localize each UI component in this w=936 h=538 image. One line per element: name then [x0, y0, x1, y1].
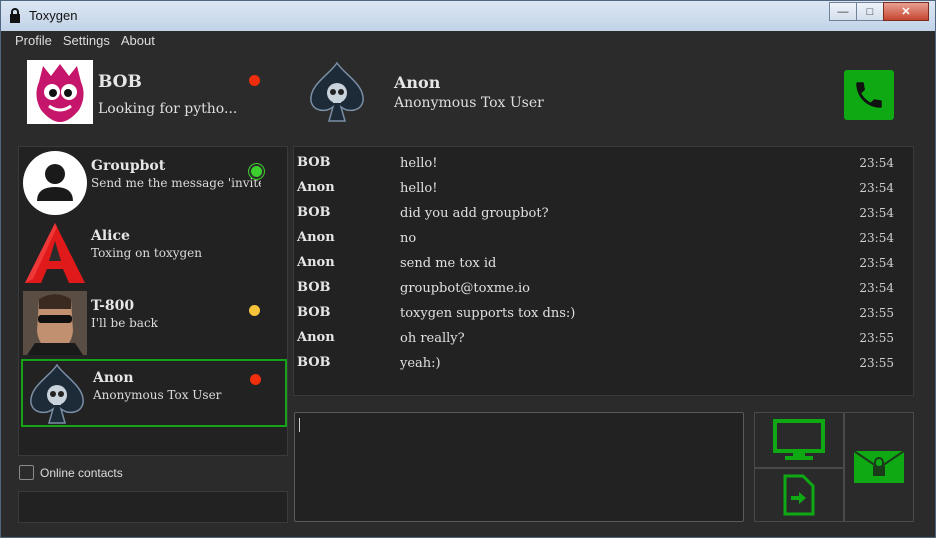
- message-author: BOB: [297, 155, 331, 170]
- message-time: 23:54: [859, 206, 894, 220]
- title-bar[interactable]: Toxygen — □ ✕: [1, 1, 935, 31]
- close-button[interactable]: ✕: [883, 2, 929, 21]
- message-time: 23:54: [859, 281, 894, 295]
- message-time: 23:55: [859, 356, 894, 370]
- profile-name[interactable]: BOB: [98, 72, 142, 92]
- contact-search-box[interactable]: [18, 491, 288, 523]
- message-list[interactable]: BOB hello! 23:54 Anon hello! 23:54 BOB d…: [293, 146, 914, 396]
- online-contacts-filter[interactable]: Online contacts: [19, 465, 123, 480]
- encrypted-mail-icon: [853, 450, 905, 483]
- message-time: 23:55: [859, 331, 894, 345]
- window-title: Toxygen: [29, 8, 78, 23]
- message-time: 23:54: [859, 156, 894, 170]
- online-contacts-label: Online contacts: [40, 465, 123, 480]
- message-text: oh really?: [400, 331, 465, 346]
- message-row: BOB yeah:) 23:55: [294, 349, 913, 374]
- message-row: BOB toxygen supports tox dns:) 23:55: [294, 299, 913, 324]
- message-author: Anon: [297, 255, 335, 270]
- monitor-icon: [773, 419, 825, 460]
- contact-status: I'll be back: [91, 316, 158, 330]
- contact-status: Send me the message 'invite'...: [91, 176, 261, 190]
- call-button[interactable]: [844, 70, 894, 120]
- message-row: Anon hello! 23:54: [294, 174, 913, 199]
- send-message-button[interactable]: [844, 412, 914, 522]
- message-text: no: [400, 231, 417, 246]
- message-text: toxygen supports tox dns:): [400, 306, 576, 321]
- contact-status: Toxing on toxygen: [91, 246, 202, 260]
- contact-t800[interactable]: T-800 I'll be back: [21, 289, 287, 357]
- screenshot-button[interactable]: [754, 412, 844, 468]
- message-text: groupbot@toxme.io: [400, 281, 530, 296]
- text-caret: [299, 418, 300, 432]
- contact-groupbot[interactable]: Groupbot Send me the message 'invite'...: [21, 149, 287, 217]
- profile-avatar[interactable]: [27, 60, 93, 124]
- menu-bar: Profile Settings About: [15, 33, 155, 48]
- message-author: BOB: [297, 305, 331, 320]
- contact-status-indicator: [250, 374, 261, 385]
- default-user-icon: [23, 151, 87, 215]
- contacts-list[interactable]: Groupbot Send me the message 'invite'...…: [18, 146, 288, 456]
- maximize-button[interactable]: □: [856, 2, 883, 21]
- contact-alice[interactable]: Alice Toxing on toxygen: [21, 219, 287, 287]
- alice-avatar: [25, 223, 85, 283]
- message-author: BOB: [297, 280, 331, 295]
- message-row: Anon send me tox id 23:54: [294, 249, 913, 274]
- contact-status-indicator: [251, 166, 262, 177]
- message-time: 23:54: [859, 231, 894, 245]
- lock-icon: [10, 8, 20, 23]
- message-row: BOB groupbot@toxme.io 23:54: [294, 274, 913, 299]
- file-send-icon: [783, 474, 815, 516]
- contact-anon[interactable]: Anon Anonymous Tox User: [21, 359, 287, 427]
- contact-name: T-800: [91, 298, 135, 314]
- profile-status-message[interactable]: Looking for pytho...: [98, 101, 237, 117]
- profile-status-indicator[interactable]: [249, 75, 260, 86]
- minimize-button[interactable]: —: [829, 2, 856, 21]
- message-text: did you add groupbot?: [400, 206, 549, 221]
- friend-avatar: [310, 61, 364, 122]
- menu-settings[interactable]: Settings: [63, 33, 110, 48]
- t800-avatar: [23, 291, 87, 355]
- app-window: Toxygen — □ ✕ Profile Settings About BOB…: [0, 0, 936, 538]
- anon-avatar: [30, 363, 84, 424]
- contact-status-indicator: [249, 305, 260, 316]
- contact-name: Alice: [91, 228, 130, 244]
- message-row: BOB did you add groupbot? 23:54: [294, 199, 913, 224]
- message-time: 23:55: [859, 306, 894, 320]
- message-author: BOB: [297, 205, 331, 220]
- online-contacts-checkbox[interactable]: [19, 465, 34, 480]
- menu-profile[interactable]: Profile: [15, 33, 52, 48]
- message-author: Anon: [297, 230, 335, 245]
- message-author: BOB: [297, 355, 331, 370]
- message-input[interactable]: [294, 412, 744, 522]
- message-text: send me tox id: [400, 256, 497, 271]
- contact-name: Groupbot: [91, 158, 166, 174]
- message-author: Anon: [297, 330, 335, 345]
- message-row: BOB hello! 23:54: [294, 149, 913, 174]
- message-row: Anon no 23:54: [294, 224, 913, 249]
- friend-status-message: Anonymous Tox User: [394, 95, 544, 111]
- phone-icon: [856, 82, 882, 108]
- message-text: hello!: [400, 181, 438, 196]
- message-author: Anon: [297, 180, 335, 195]
- friend-name: Anon: [394, 73, 441, 92]
- message-text: hello!: [400, 156, 438, 171]
- menu-about[interactable]: About: [121, 33, 155, 48]
- contact-status: Anonymous Tox User: [93, 388, 222, 402]
- message-text: yeah:): [400, 356, 441, 371]
- contact-name: Anon: [93, 370, 134, 386]
- message-row: Anon oh really? 23:55: [294, 324, 913, 349]
- message-time: 23:54: [859, 181, 894, 195]
- send-file-button[interactable]: [754, 468, 844, 522]
- message-time: 23:54: [859, 256, 894, 270]
